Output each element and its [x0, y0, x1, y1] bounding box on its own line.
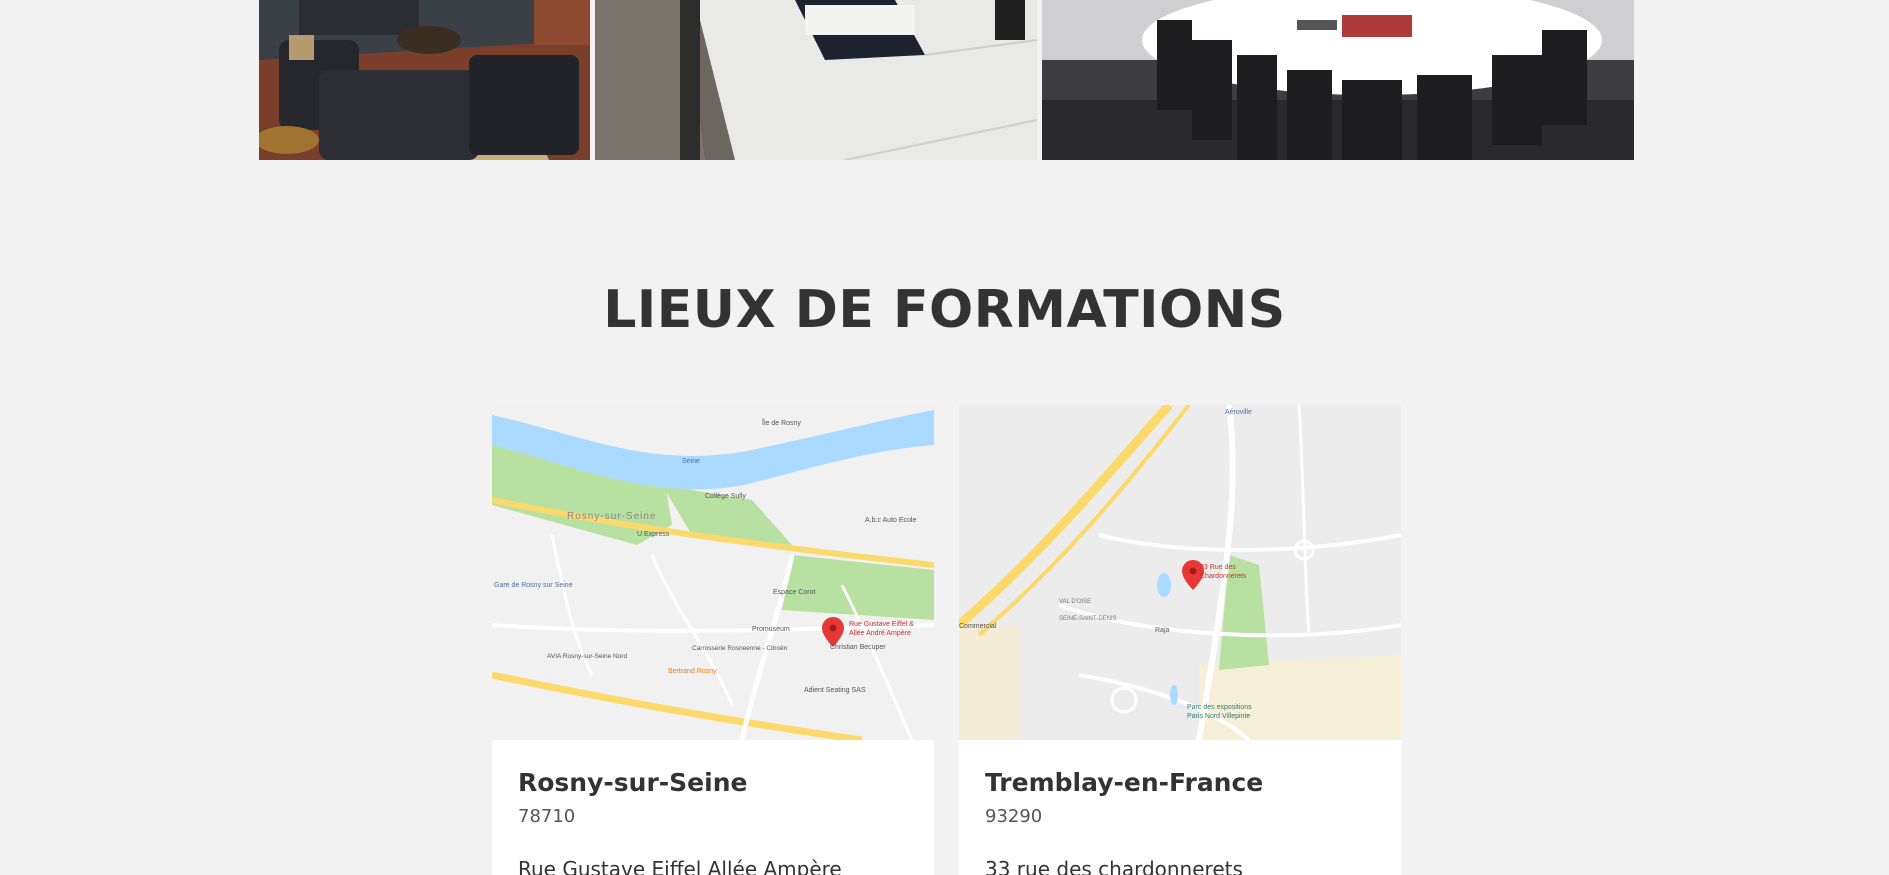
- map-pin-label-1: 33 Rue des: [1200, 564, 1236, 571]
- location-street: 33 rue des chardonnerets: [985, 857, 1243, 875]
- location-city: Tremblay-en-France: [985, 768, 1264, 797]
- map-station-label: Gare de Rosny sur Seine: [494, 582, 573, 589]
- location-zip: 93290: [985, 806, 1043, 827]
- map-river-label: Seine: [682, 458, 700, 465]
- map-poi-avia: AVIA Rosny-sur-Seine Nord: [547, 653, 627, 660]
- map-poi-becuper: Christian Becuper: [830, 644, 886, 651]
- map-poi-corot: Espace Corot: [773, 589, 815, 596]
- map-poi-parc-2: Paris Nord Villepinte: [1187, 713, 1250, 720]
- location-city: Rosny-sur-Seine: [518, 768, 748, 797]
- map-poi-aeroville: Aéroville: [1225, 409, 1252, 416]
- map-poi-bertrand: Bertrand Rosny: [668, 668, 717, 675]
- map-pin-label-1: Rue Gustave Eiffel &: [849, 621, 914, 628]
- map-poi-raja: Raja: [1155, 627, 1170, 634]
- lounge-photo: [259, 0, 590, 160]
- map-area-2: SEINE-SAINT-DENIS: [1059, 616, 1117, 622]
- map-tremblay[interactable]: 33 Rue des Chardonnerets Aéroville Raja …: [959, 405, 1401, 740]
- section-title: LIEUX DE FORMATIONS: [603, 280, 1286, 340]
- map-poi-college: Collège Sully: [705, 493, 746, 500]
- map-poi-promuseum: Promuseum: [752, 626, 790, 633]
- map-poi-carrosserie: Carrosserie Rosneenne - Citroën: [692, 645, 788, 652]
- map-rosny[interactable]: Rue Gustave Eiffel & Allée André Ampère …: [492, 405, 934, 740]
- location-card-tremblay: 33 Rue des Chardonnerets Aéroville Raja …: [959, 405, 1401, 875]
- location-zip: 78710: [518, 806, 576, 827]
- map-poi-adient: Adient Seating SAS: [804, 687, 866, 694]
- map-poi-commercial: Commercial: [959, 623, 997, 630]
- map-pin-label-2: Allée André Ampère: [849, 630, 911, 637]
- map-poi-parc-1: Parc des expositions: [1187, 704, 1252, 711]
- map-pin-label-2: Chardonnerets: [1200, 573, 1247, 580]
- map-poi-express: U Express: [637, 531, 670, 538]
- location-card-rosny: Rue Gustave Eiffel & Allée André Ampère …: [492, 405, 934, 875]
- map-island-label: Île de Rosny: [761, 418, 801, 427]
- map-poi-auto: A.b.c Auto Ecole: [865, 517, 916, 524]
- location-street: Rue Gustave Eiffel Allée Ampère: [518, 857, 842, 875]
- map-town-label: Rosny-sur-Seine: [567, 511, 656, 522]
- meeting-room-photo: [1042, 0, 1634, 160]
- map-area-1: VAL D'OISE: [1059, 599, 1091, 605]
- training-room-photo: [595, 0, 1037, 160]
